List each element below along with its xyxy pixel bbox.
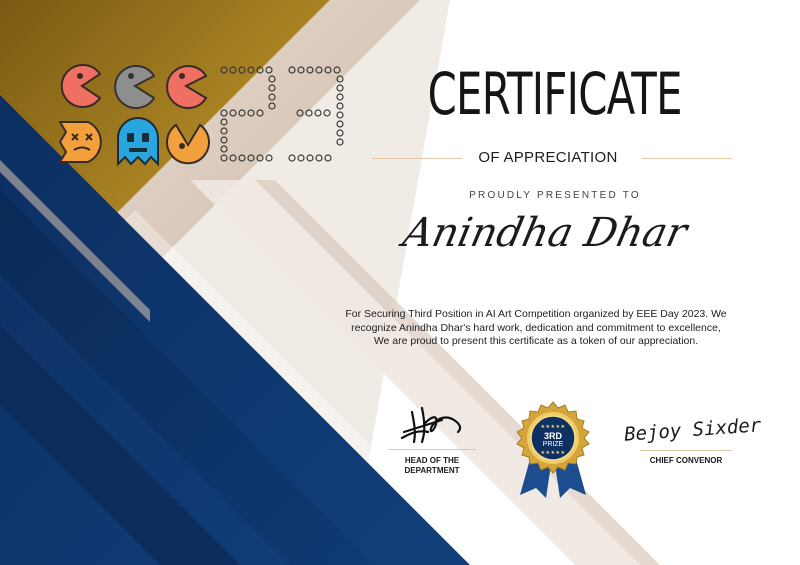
certificate-body: For Securing Third Position in AI Art Co… (335, 308, 737, 349)
body-line: recognize Anindha Dhar's hard work, dedi… (351, 321, 721, 334)
badge-stars-top: ★★★★★ (540, 424, 566, 430)
badge-prize: PRIZE (542, 441, 564, 448)
head-of-department-label: HEAD OF THE DEPARTMENT (388, 456, 476, 476)
chief-convenor-label: CHIEF CONVENOR (649, 456, 723, 465)
recipient-name: Anindha Dhar (399, 210, 691, 256)
head-of-department-signature (400, 406, 462, 444)
signature-line-left (388, 449, 476, 450)
body-line: We are proud to present this certificate… (373, 335, 699, 347)
label-line: HEAD OF THE (404, 456, 460, 465)
certificate-subtitle: OF APPRECIATION (478, 149, 618, 166)
signature-line-right (640, 450, 732, 451)
badge-place: 3RD (543, 431, 562, 441)
certificate-title: CERTIFICATE (427, 60, 683, 128)
subtitle-rule-right (642, 158, 732, 159)
badge-stars-bottom: ★★★★★ (540, 450, 566, 456)
presented-to-label: PROUDLY PRESENTED TO (469, 190, 641, 201)
subtitle-rule-left (372, 158, 462, 159)
body-line: For Securing Third Position in AI Art Co… (345, 308, 727, 320)
certificate-page: CERTIFICATE OF APPRECIATION PROUDLY PRES… (0, 0, 800, 565)
label-line: DEPARTMENT (404, 466, 460, 475)
